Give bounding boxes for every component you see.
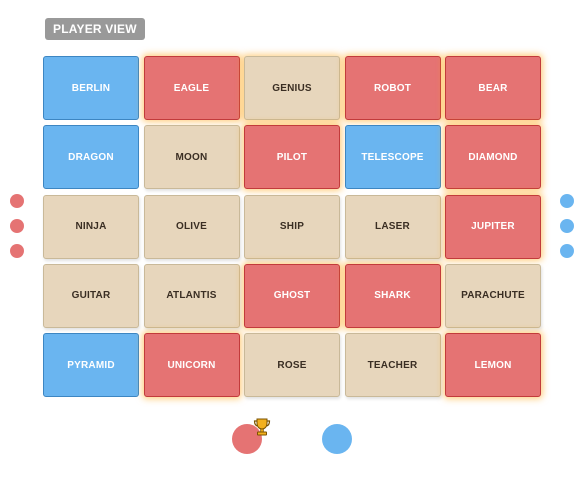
word-card-guitar[interactable]: GUITAR [43, 263, 139, 328]
word-card-atlantis[interactable]: ATLANTIS [143, 263, 240, 328]
blue-remaining-dot [560, 244, 574, 258]
word-grid: BERLIN EAGLE GENIUS ROBOT BEAR DRAGON MOON PILO… [43, 56, 541, 397]
word-card-shark[interactable]: SHARK [344, 263, 441, 328]
red-remaining-dot [10, 194, 24, 208]
red-remaining-dot [10, 219, 24, 233]
word-card-ship[interactable]: SHIP [244, 194, 340, 259]
blue-remaining-dot [560, 194, 574, 208]
word-card-lemon[interactable]: LEMON [445, 333, 541, 397]
word-card-jupiter[interactable]: JUPITER [445, 194, 541, 259]
word-card-robot[interactable]: ROBOT [344, 56, 441, 120]
player-view-badge: PLAYER VIEW [45, 18, 145, 40]
word-card-unicorn[interactable]: UNICORN [143, 333, 240, 397]
word-card-pilot[interactable]: PILOT [244, 125, 340, 190]
word-card-bear[interactable]: BEAR [445, 56, 541, 120]
word-card-ninja[interactable]: NINJA [43, 194, 139, 259]
word-card-parachute[interactable]: PARACHUTE [445, 263, 541, 328]
word-card-moon[interactable]: MOON [143, 125, 240, 190]
word-card-dragon[interactable]: DRAGON [43, 125, 139, 190]
word-card-eagle[interactable]: EAGLE [143, 56, 240, 120]
word-card-berlin[interactable]: BERLIN [43, 56, 139, 120]
word-card-diamond[interactable]: DIAMOND [445, 125, 541, 190]
trophy-icon [253, 418, 271, 436]
red-remaining-dot [10, 244, 24, 258]
word-card-genius[interactable]: GENIUS [244, 56, 340, 120]
word-card-pyramid[interactable]: PYRAMID [43, 333, 139, 397]
blue-remaining-dot [560, 219, 574, 233]
word-card-olive[interactable]: OLIVE [143, 194, 240, 259]
word-card-laser[interactable]: LASER [344, 194, 441, 259]
word-card-telescope[interactable]: TELESCOPE [344, 125, 441, 190]
blue-team-marker [322, 424, 352, 454]
word-card-teacher[interactable]: TEACHER [344, 333, 441, 397]
word-card-rose[interactable]: ROSE [244, 333, 340, 397]
word-card-ghost[interactable]: GHOST [244, 263, 340, 328]
